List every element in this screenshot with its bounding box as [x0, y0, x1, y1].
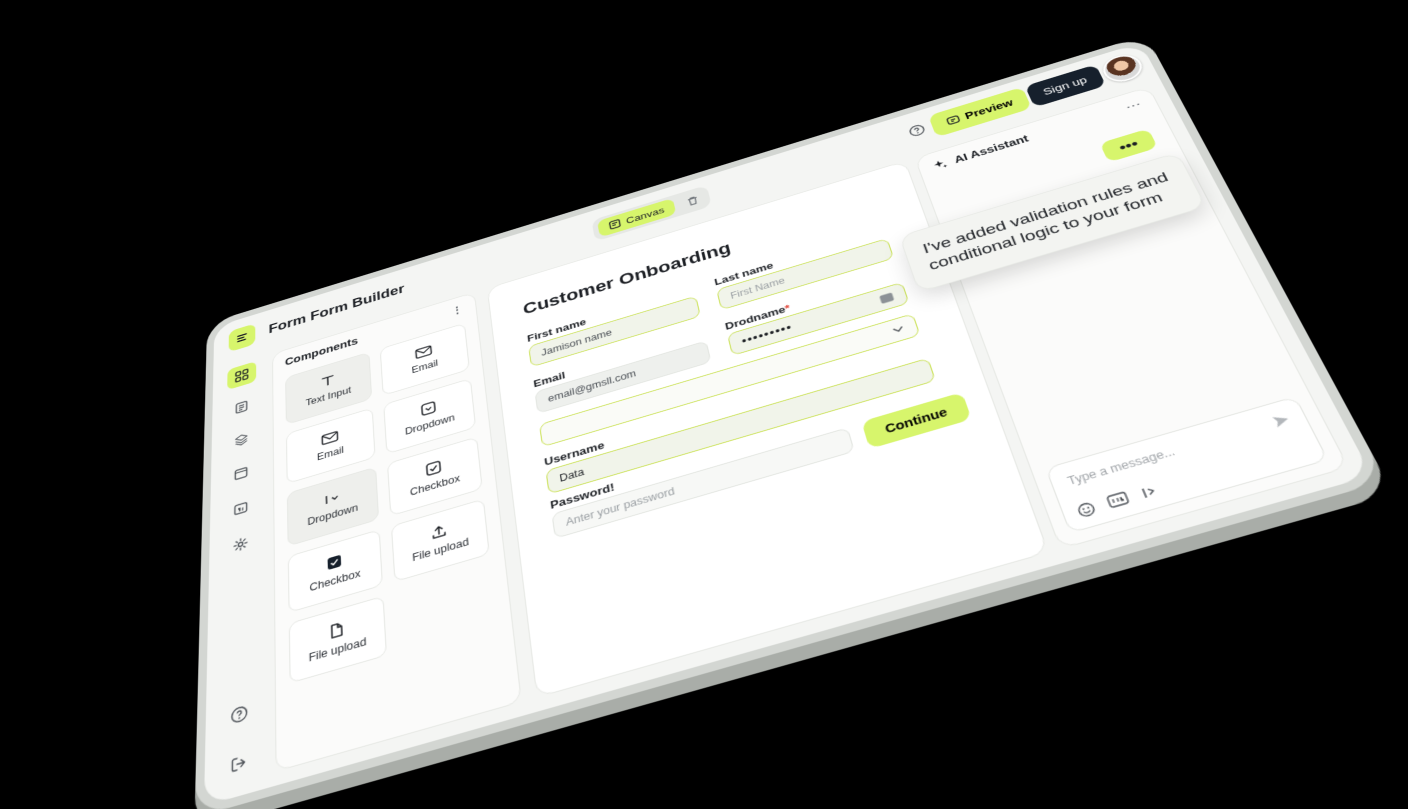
gear-icon [232, 535, 249, 554]
send-icon[interactable] [1269, 411, 1294, 430]
grid-icon [234, 367, 249, 384]
preview-label: Preview [963, 97, 1015, 122]
key-icon [879, 292, 895, 305]
window-icon [233, 464, 249, 482]
nav-components[interactable] [227, 361, 257, 391]
help-circle-icon [230, 704, 248, 726]
component-label: File upload [411, 535, 470, 564]
app-screen: Form Form Builder Canvas Preview Sign up… [203, 42, 1373, 806]
required-marker: * [783, 302, 792, 315]
component-label: Dropdown [307, 501, 359, 528]
text-icon [320, 373, 336, 390]
message-input[interactable] [1063, 418, 1270, 490]
logout-icon [230, 753, 248, 776]
component-label: Checkbox [309, 567, 361, 594]
menu-lines-icon [235, 331, 248, 345]
nav-settings[interactable] [225, 528, 256, 561]
stage: Form Form Builder Canvas Preview Sign up… [0, 0, 1408, 809]
help-button[interactable] [907, 123, 927, 139]
more-vertical-icon[interactable]: ⋮ [451, 303, 464, 318]
nav-layers[interactable] [226, 425, 256, 456]
canvas-tab-label: Canvas [625, 204, 666, 226]
component-label: File upload [308, 635, 367, 665]
component-label: Email [316, 444, 345, 463]
document-icon [234, 399, 250, 416]
chevron-down-icon[interactable] [891, 325, 905, 334]
component-label: Text Input [305, 384, 352, 409]
sparkle-icon [933, 159, 948, 169]
layers-icon [233, 431, 249, 449]
component-label: Checkbox [409, 472, 461, 499]
nav-templates[interactable] [226, 458, 256, 489]
signup-button[interactable]: Sign up [1024, 64, 1107, 108]
calendar-icon [233, 499, 249, 518]
help-circle-icon [907, 123, 927, 139]
dropdown-box-icon [420, 400, 437, 418]
mail-icon [414, 344, 432, 360]
component-file-upload-2[interactable]: File upload [288, 595, 387, 684]
components-grid: Text Input Email Email Dropdown Dropdown… [273, 316, 512, 691]
command-icon[interactable] [1138, 482, 1162, 501]
typing-indicator: ••• [1099, 128, 1158, 163]
tablet-frame: Form Form Builder Canvas Preview Sign up… [194, 34, 1387, 809]
components-panel: Components ⋮ Text Input Email Email Drop… [272, 291, 522, 772]
user-avatar[interactable] [1098, 51, 1147, 86]
trash-icon [686, 194, 700, 207]
component-label: Email [411, 357, 439, 376]
nav-forms[interactable] [227, 392, 256, 422]
canvas-icon [608, 218, 622, 230]
canvas-tab[interactable]: Canvas [596, 197, 677, 238]
ai-title: AI Assistant [952, 132, 1031, 166]
gif-icon[interactable] [1105, 491, 1131, 511]
delete-button[interactable] [680, 189, 706, 212]
component-label: Dropdown [404, 412, 456, 438]
mail-icon [321, 430, 339, 447]
preview-icon [945, 114, 962, 127]
checkbox-icon [425, 459, 443, 478]
username-value: Data [558, 466, 585, 485]
composer-tools [1075, 482, 1162, 519]
continue-button[interactable]: Continue [861, 392, 972, 449]
upload-icon [430, 522, 448, 542]
menu-button[interactable] [228, 323, 256, 353]
chevron-down-icon [323, 489, 342, 507]
emoji-icon[interactable] [1075, 500, 1098, 519]
nav-calendar[interactable] [225, 492, 256, 524]
file-icon [329, 620, 345, 640]
message-composer [1045, 396, 1329, 534]
checkbox-filled-icon [327, 554, 342, 571]
